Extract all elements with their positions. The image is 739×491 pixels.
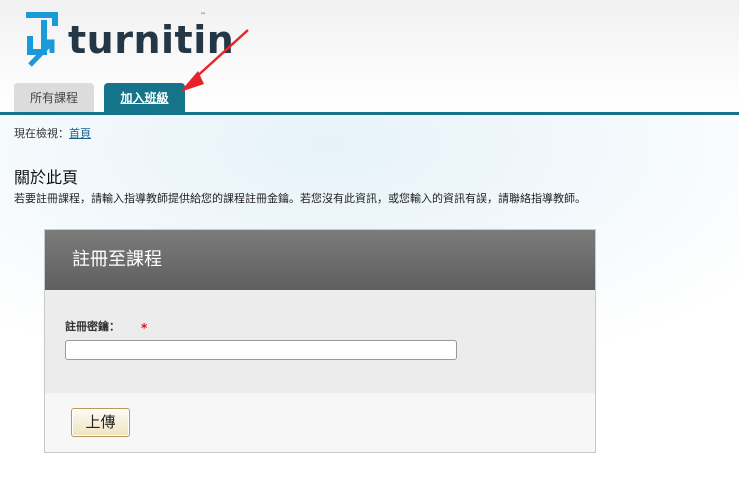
tab-join-class[interactable]: 加入班級 <box>104 83 185 113</box>
panel-title: 註冊至課程 <box>45 230 595 290</box>
enrollment-key-input[interactable] <box>65 340 457 360</box>
turnitin-logo[interactable]: turnitin <box>22 10 234 70</box>
required-marker: * <box>141 321 148 335</box>
panel-body: 註冊密鑰： * <box>45 290 595 393</box>
turnitin-logo-mark-icon <box>26 12 58 67</box>
logo-wordmark: turnitin <box>68 18 235 62</box>
enroll-panel: 註冊至課程 註冊密鑰： * 上傳 <box>44 229 596 453</box>
tab-all-courses-label: 所有課程 <box>29 91 78 105</box>
breadcrumb: 現在檢視：首頁 <box>14 125 91 141</box>
page-description: 若要註冊課程，請輸入指導教師提供給您的課程註冊金鑰。若您沒有此資訊，或您輸入的資… <box>14 192 586 205</box>
breadcrumb-home-link[interactable]: 首頁 <box>69 127 91 140</box>
tab-join-class-label: 加入班級 <box>120 91 169 105</box>
submit-button[interactable]: 上傳 <box>71 408 130 437</box>
panel-footer: 上傳 <box>45 393 595 452</box>
enrollment-key-label: 註冊密鑰： <box>65 320 120 333</box>
tab-all-courses[interactable]: 所有課程 <box>14 83 94 113</box>
page-title: 關於此頁 <box>14 168 79 187</box>
breadcrumb-prefix: 現在檢視： <box>14 127 69 140</box>
trademark-symbol: ™ <box>200 12 206 19</box>
